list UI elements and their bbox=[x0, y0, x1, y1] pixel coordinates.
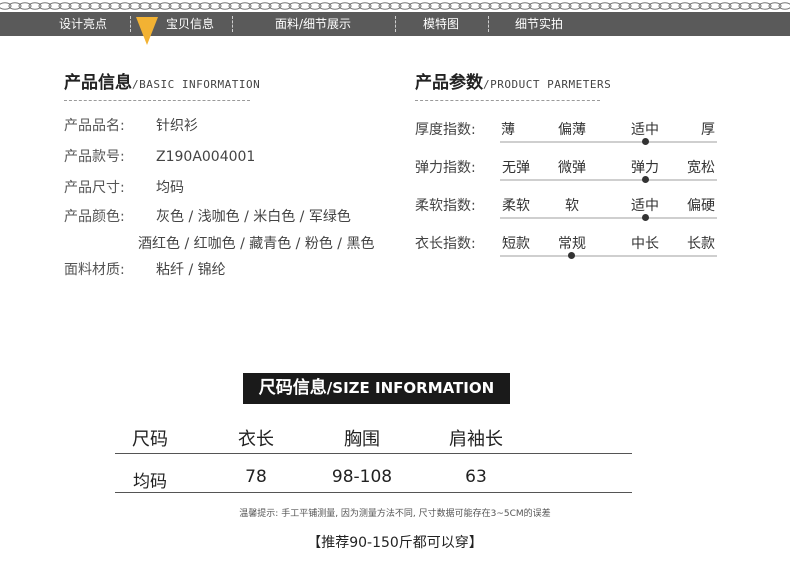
nav-item-product-info[interactable]: 宝贝信息 bbox=[166, 12, 214, 36]
weight-recommendation: 【推荐90-150斤都可以穿】 bbox=[307, 535, 483, 551]
product-params-title: 产品参数 bbox=[415, 73, 483, 93]
nav-separator bbox=[130, 16, 131, 32]
info-value: 均码 bbox=[156, 180, 184, 196]
product-params-divider bbox=[415, 100, 600, 101]
param-option: 适中 bbox=[631, 122, 659, 138]
nav-separator bbox=[395, 16, 396, 32]
info-label: 产品尺寸: bbox=[64, 180, 125, 196]
param-scale-line bbox=[500, 255, 717, 257]
nav-item-model-photos[interactable]: 模特图 bbox=[423, 12, 459, 36]
param-option: 短款 bbox=[502, 236, 530, 252]
param-option: 适中 bbox=[631, 198, 659, 214]
product-params-subtitle: /PRODUCT PARMETERS bbox=[483, 78, 612, 91]
info-label: 产品品名: bbox=[64, 118, 125, 134]
size-table-header: 尺码 bbox=[132, 429, 168, 450]
param-label-thickness: 厚度指数: bbox=[415, 122, 476, 138]
info-row-size: 产品尺寸: 均码 bbox=[64, 177, 184, 197]
info-row-name: 产品品名: 针织衫 bbox=[64, 115, 198, 135]
size-table-cell: 78 bbox=[245, 467, 267, 487]
param-scale-line bbox=[500, 179, 717, 181]
param-scale-line bbox=[500, 141, 717, 143]
size-table-divider bbox=[115, 492, 632, 493]
size-table-header: 肩袖长 bbox=[449, 429, 503, 450]
size-info-heading: 尺码信息/SIZE INFORMATION bbox=[243, 373, 510, 404]
param-label-softness: 柔软指数: bbox=[415, 198, 476, 214]
product-info-heading: 产品信息/BASIC INFORMATION bbox=[64, 68, 260, 93]
info-value: 粘纤 / 锦纶 bbox=[156, 262, 226, 278]
param-option: 微弹 bbox=[558, 160, 586, 176]
info-row-style-number: 产品款号: Z190A004001 bbox=[64, 146, 255, 166]
param-option: 宽松 bbox=[687, 160, 715, 176]
param-option: 无弹 bbox=[502, 160, 530, 176]
size-info-title: 尺码信息 bbox=[258, 378, 327, 398]
param-indicator-dot bbox=[642, 176, 649, 183]
nav-separator bbox=[488, 16, 489, 32]
info-label: 产品颜色: bbox=[64, 209, 125, 225]
size-info-banner: 尺码信息/SIZE INFORMATION bbox=[243, 373, 510, 404]
param-option: 厚 bbox=[701, 122, 715, 138]
nav-separator bbox=[232, 16, 233, 32]
info-value: 针织衫 bbox=[156, 118, 198, 134]
param-option: 偏薄 bbox=[558, 122, 586, 138]
product-info-subtitle: /BASIC INFORMATION bbox=[132, 78, 261, 91]
size-table-header: 衣长 bbox=[238, 429, 274, 450]
param-option: 柔软 bbox=[502, 198, 530, 214]
size-table-cell: 98-108 bbox=[331, 467, 393, 487]
section-nav-bar: 设计亮点 宝贝信息 面料/细节展示 模特图 细节实拍 bbox=[0, 12, 790, 36]
info-row-colors-continued: 酒红色 / 红咖色 / 藏青色 / 粉色 / 黑色 bbox=[138, 233, 374, 253]
param-option: 软 bbox=[565, 198, 579, 214]
param-scale-line bbox=[500, 217, 717, 219]
info-row-material: 面料材质: 粘纤 / 锦纶 bbox=[64, 259, 226, 279]
nav-item-detail-photos[interactable]: 细节实拍 bbox=[515, 12, 563, 36]
info-value: 酒红色 / 红咖色 / 藏青色 / 粉色 / 黑色 bbox=[138, 236, 375, 252]
param-option: 中长 bbox=[631, 236, 659, 252]
param-indicator-dot bbox=[642, 214, 649, 221]
param-label-length: 衣长指数: bbox=[415, 236, 476, 252]
product-info-divider bbox=[64, 100, 250, 101]
info-row-colors: 产品颜色: 灰色 / 浅咖色 / 米白色 / 军绿色 bbox=[64, 206, 351, 226]
param-indicator-dot bbox=[642, 138, 649, 145]
size-table-cell: 均码 bbox=[133, 472, 167, 492]
nav-item-fabric-details[interactable]: 面料/细节展示 bbox=[275, 12, 351, 36]
param-option: 长款 bbox=[687, 236, 715, 252]
param-label-elasticity: 弹力指数: bbox=[415, 160, 476, 176]
param-option: 偏硬 bbox=[687, 198, 715, 214]
param-option: 常规 bbox=[558, 236, 586, 252]
product-info-title: 产品信息 bbox=[64, 73, 132, 93]
info-label: 产品款号: bbox=[64, 149, 125, 165]
param-option: 薄 bbox=[501, 122, 515, 138]
info-value: Z190A004001 bbox=[156, 149, 256, 165]
param-indicator-dot bbox=[568, 252, 575, 259]
size-table-cell: 63 bbox=[465, 467, 487, 487]
size-table-divider bbox=[115, 453, 632, 454]
info-value: 灰色 / 浅咖色 / 米白色 / 军绿色 bbox=[156, 209, 351, 225]
measurement-note: 温馨提示: 手工平铺测量, 因为测量方法不同, 尺寸数据可能存在3~5CM的误差 bbox=[239, 509, 551, 519]
info-label: 面料材质: bbox=[64, 262, 125, 278]
size-table-header: 胸围 bbox=[344, 429, 380, 450]
decorative-chain-border bbox=[0, 2, 790, 10]
nav-item-design-highlights[interactable]: 设计亮点 bbox=[59, 12, 107, 36]
size-info-subtitle: /SIZE INFORMATION bbox=[326, 379, 495, 397]
param-option: 弹力 bbox=[631, 160, 659, 176]
active-section-triangle-icon bbox=[136, 17, 158, 45]
product-params-heading: 产品参数/PRODUCT PARMETERS bbox=[415, 68, 611, 93]
